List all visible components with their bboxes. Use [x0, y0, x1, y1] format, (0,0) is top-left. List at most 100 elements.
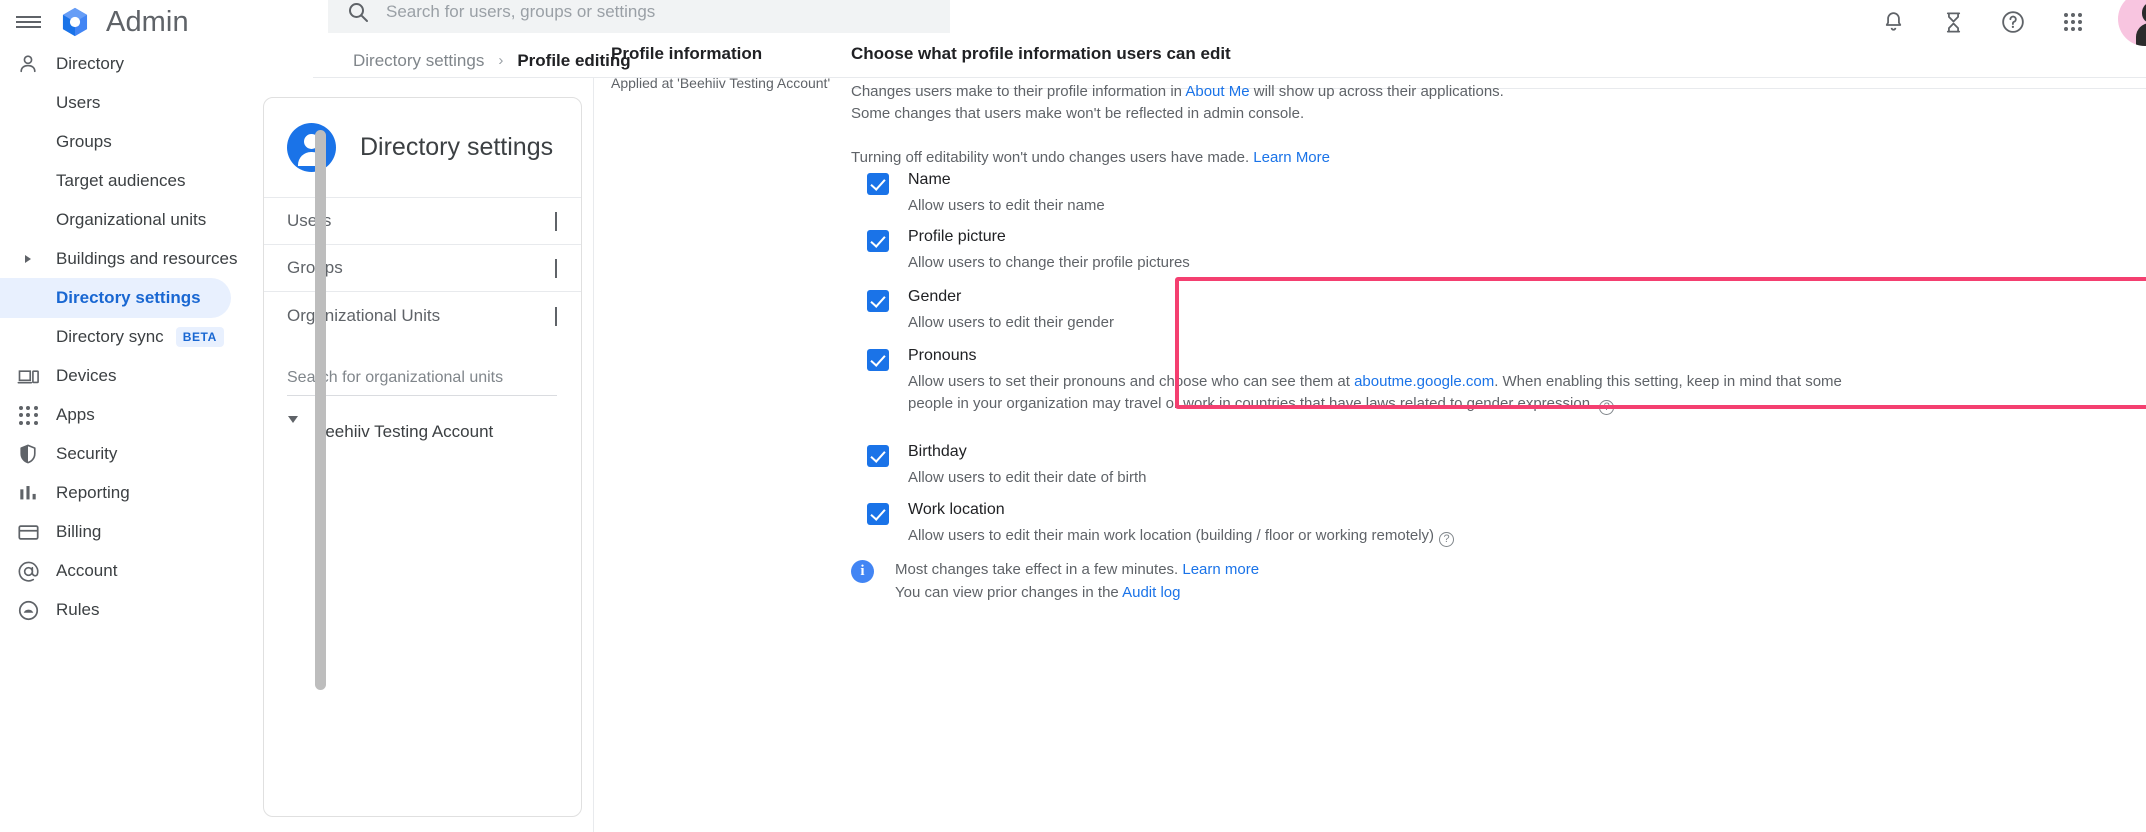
ou-search-input[interactable]: [287, 369, 557, 387]
info-line-2: You can view prior changes in the Audit …: [895, 581, 1259, 604]
card-section-users[interactable]: Users: [264, 198, 581, 245]
option-description: Allow users to edit their main work loca…: [908, 525, 1454, 547]
sidebar-item-devices[interactable]: Devices: [0, 356, 231, 396]
aboutme-google-link[interactable]: aboutme.google.com: [1354, 373, 1494, 390]
ou-search-field[interactable]: [287, 369, 557, 396]
sidebar-item-label: Target audiences: [56, 171, 185, 191]
sidebar-item-label: Directory sync: [56, 327, 164, 347]
sidebar-item-groups[interactable]: Groups: [0, 122, 231, 162]
sidebar-item-organizational-units[interactable]: Organizational units: [0, 200, 231, 240]
sidebar-item-directory[interactable]: Directory: [0, 44, 231, 84]
info-block: i Most changes take effect in a few minu…: [851, 558, 1551, 604]
detail-description-pre: Changes users make to their profile info…: [851, 83, 1185, 100]
card-title: Directory settings: [360, 133, 553, 162]
directory-settings-card: Directory settings Users Groups Organiza…: [263, 97, 582, 817]
sidebar-item-buildings-and-resources[interactable]: Buildings and resources: [0, 239, 231, 279]
section-title: Profile information: [611, 44, 851, 64]
info-icon: i: [851, 560, 874, 583]
sidebar-item-label: Directory settings: [56, 288, 201, 308]
card-section-label: Organizational Units: [287, 306, 440, 326]
checkbox-gender[interactable]: [867, 290, 889, 312]
avatar-head: [2142, 2, 2146, 23]
hourglass-icon[interactable]: [1938, 7, 1968, 37]
top-bar: Admin: [0, 0, 2146, 44]
sidebar-item-account[interactable]: Account: [0, 551, 231, 591]
sidebar-item-target-audiences[interactable]: Target audiences: [0, 161, 231, 201]
bar-chart-icon: [0, 482, 56, 504]
learn-more-link[interactable]: Learn more: [1182, 561, 1259, 578]
search-box[interactable]: [328, 0, 950, 33]
option-label: Pronouns: [908, 347, 1863, 365]
triangle-down-icon[interactable]: [288, 423, 298, 441]
sidebar-item-users[interactable]: Users: [0, 83, 231, 123]
option-name[interactable]: Name Allow users to edit their name: [867, 171, 1567, 217]
about-me-link[interactable]: About Me: [1185, 83, 1249, 100]
checkbox-birthday[interactable]: [867, 445, 889, 467]
option-gender[interactable]: Gender Allow users to edit their gender: [867, 288, 1567, 334]
card-section-organizational-units[interactable]: Organizational Units: [264, 292, 581, 339]
section-subtitle: Applied at 'Beehiiv Testing Account': [611, 75, 851, 91]
sidebar-item-label: Reporting: [56, 483, 130, 503]
sidebar-item-reporting[interactable]: Reporting: [0, 473, 231, 513]
sidebar-item-directory-sync[interactable]: Directory sync BETA: [0, 317, 260, 357]
avatar[interactable]: [2118, 0, 2146, 46]
sidebar-item-security[interactable]: Security: [0, 434, 231, 474]
sidebar-item-rules[interactable]: Rules: [0, 590, 231, 630]
chevron-up-icon: [555, 307, 557, 325]
hamburger-menu-icon[interactable]: [8, 2, 48, 42]
sidebar-item-label: Devices: [56, 366, 116, 386]
audit-log-link[interactable]: Audit log: [1122, 584, 1180, 601]
detail-note-pre: Turning off editability won't undo chang…: [851, 149, 1253, 166]
option-pronouns[interactable]: Pronouns Allow users to set their pronou…: [867, 347, 1867, 415]
info-line-1-pre: Most changes take effect in a few minute…: [895, 561, 1182, 578]
sidebar-item-directory-settings[interactable]: Directory settings: [0, 278, 231, 318]
ou-tree-node-label: Beehiiv Testing Account: [314, 422, 493, 442]
option-description: Allow users to set their pronouns and ch…: [908, 371, 1863, 415]
option-birthday[interactable]: Birthday Allow users to edit their date …: [867, 443, 1567, 489]
option-work-location[interactable]: Work location Allow users to edit their …: [867, 501, 1767, 547]
sidebar-item-label: Security: [56, 444, 117, 464]
ou-tree-node[interactable]: Beehiiv Testing Account: [264, 422, 581, 442]
option-label: Work location: [908, 501, 1454, 519]
learn-more-link[interactable]: Learn More: [1253, 149, 1330, 166]
option-label: Gender: [908, 288, 1114, 306]
sidebar-item-label: Directory: [56, 54, 124, 74]
credit-card-icon: [0, 521, 56, 544]
checkbox-name[interactable]: [867, 173, 889, 195]
detail-note: Turning off editability won't undo chang…: [851, 147, 1833, 169]
card-section-groups[interactable]: Groups: [264, 245, 581, 292]
sidebar-item-billing[interactable]: Billing: [0, 512, 231, 552]
breadcrumb-parent[interactable]: Directory settings: [353, 51, 484, 71]
checkbox-profile-picture[interactable]: [867, 230, 889, 252]
chevron-down-icon: [555, 259, 557, 277]
checkbox-work-location[interactable]: [867, 503, 889, 525]
sidebar-item-label: Users: [56, 93, 100, 113]
option-description: Allow users to change their profile pict…: [908, 252, 1190, 274]
search-input[interactable]: [386, 2, 926, 22]
option-label: Profile picture: [908, 228, 1190, 246]
apps-grid-icon: [0, 406, 56, 425]
person-avatar-icon: [287, 123, 336, 172]
option-profile-picture[interactable]: Profile picture Allow users to change th…: [867, 228, 1567, 274]
brand[interactable]: Admin: [58, 0, 189, 44]
beta-badge: BETA: [176, 327, 224, 347]
section-info: Profile information Applied at 'Beehiiv …: [611, 44, 851, 91]
sidebar-item-label: Apps: [56, 405, 95, 425]
caret-right-icon: [0, 255, 56, 263]
sidebar-item-apps[interactable]: Apps: [0, 395, 231, 435]
vertical-scrollbar[interactable]: [315, 130, 326, 690]
option-label: Birthday: [908, 443, 1146, 461]
bell-icon[interactable]: [1878, 7, 1908, 37]
top-bar-actions: [1878, 0, 2146, 44]
help-icon[interactable]: ?: [1599, 400, 1614, 415]
detail-panel: Choose what profile information users ca…: [851, 44, 1833, 169]
admin-logo-icon: [58, 5, 92, 39]
help-icon[interactable]: [1998, 7, 2028, 37]
apps-grid-icon[interactable]: [2058, 7, 2088, 37]
help-icon[interactable]: ?: [1439, 532, 1454, 547]
info-line-2-pre: You can view prior changes in the: [895, 584, 1122, 601]
sidebar-item-label: Account: [56, 561, 117, 581]
checkbox-pronouns[interactable]: [867, 349, 889, 371]
detail-title: Choose what profile information users ca…: [851, 44, 1833, 64]
option-description: Allow users to edit their name: [908, 195, 1105, 217]
